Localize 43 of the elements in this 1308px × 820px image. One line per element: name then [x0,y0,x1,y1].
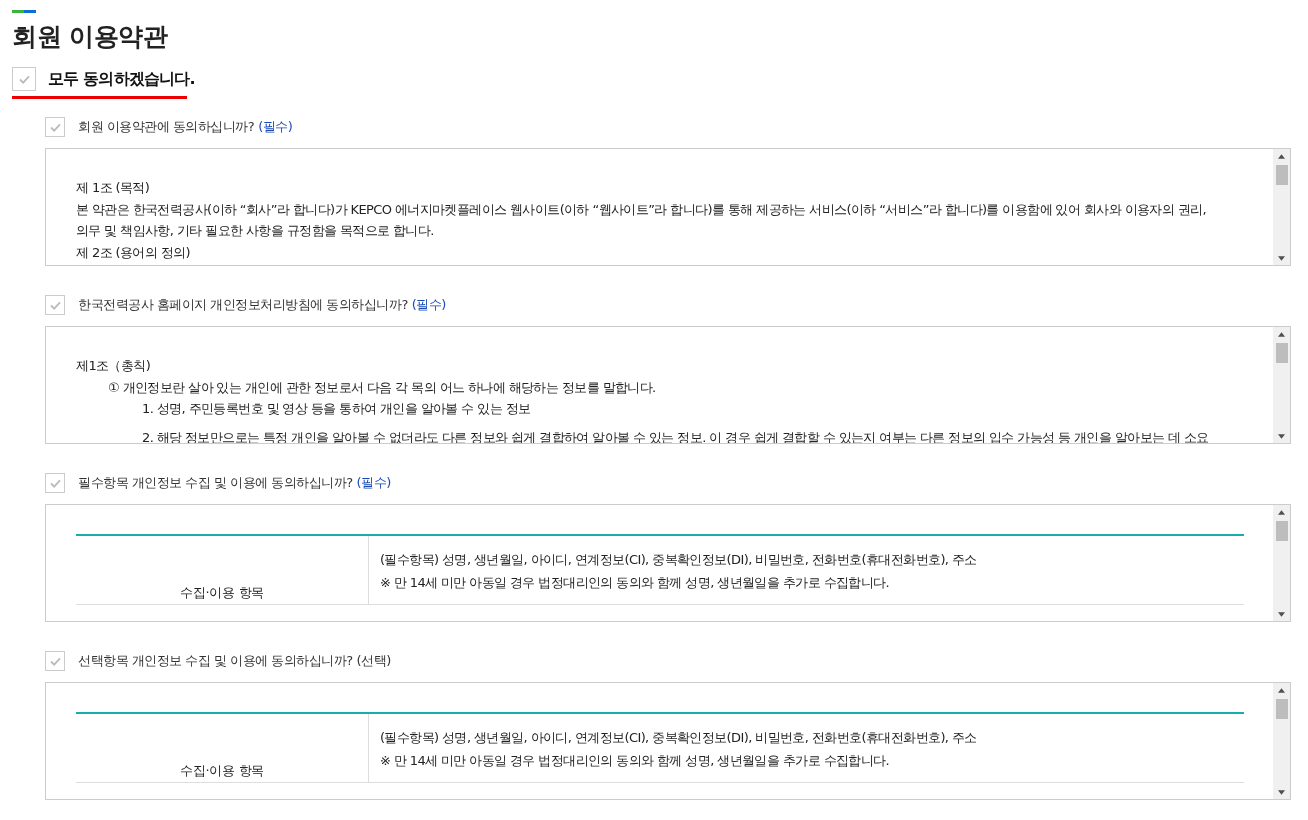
scrollbar-thumb[interactable] [1275,521,1288,541]
agree-all-label[interactable]: 모두 동의하겠습니다. [48,68,195,90]
scrollbar[interactable] [1273,327,1290,443]
checkbox[interactable] [45,117,65,137]
terms-text: 제1조（총칙) [76,357,152,375]
scrollbar[interactable] [1273,149,1290,265]
table-cell-text: ※ 만 14세 미만 아동일 경우 법정대리인의 동의와 함께 성명, 생년월일을 추가로 수집합니다. [380,574,891,592]
checkbox[interactable] [12,67,36,91]
scrollbar[interactable] [1273,505,1290,621]
terms-text: 1. 성명, 주민등록번호 및 영상 등을 통하여 개인을 알아볼 수 있는 정보 [141,400,532,418]
page-title: 회원 이용약관 [12,21,169,53]
table-header-cell: 수집·이용 항목 [76,714,369,782]
check-icon [18,74,30,84]
table-cell-text: ※ 만 14세 미만 아동일 경우 법정대리인의 동의와 함께 성명, 생년월일을 추가로 수집합니다. [380,752,891,770]
check-icon [49,300,61,310]
checkbox[interactable] [45,473,65,493]
table-header-cell: 수집·이용 항목 [76,536,369,604]
agreement-label[interactable]: 필수항목 개인정보 수집 및 이용에 동의하십니까? [78,474,353,492]
agreement-tag: (필수) [356,474,391,492]
terms-text: 의무 및 책임사항, 기타 필요한 사항을 규정함을 목적으로 합니다. [76,222,435,240]
check-icon [49,478,61,488]
terms-text: 제 1조 (목적) [76,179,151,197]
check-icon [49,122,61,132]
scrollbar-thumb[interactable] [1275,165,1288,185]
agreement-label[interactable]: 선택항목 개인정보 수집 및 이용에 동의하십니까? [78,652,353,670]
terms-text: 2. 해당 정보만으로는 특정 개인을 알아볼 수 없더라도 다른 정보와 쉽게 결합하여 알아볼 수 있는 정보. 이 경우 쉽게 결합할 수 있는지 여부는 다른 정보의 입수 가능성 등 개인을 알아보는 데 소요 [141,428,1210,443]
title-accent-bar [12,10,36,13]
check-icon [49,656,61,666]
agreement-label[interactable]: 회원 이용약관에 동의하십니까? [78,118,255,136]
agreement-tag: (필수) [258,118,293,136]
terms-text: 제 2조 (용어의 정의) [76,243,191,262]
table-cell-text: (필수항목) 성명, 생년월일, 아이디, 연계정보(CI), 중복확인정보(DI), 비밀번호, 전화번호(휴대전화번호), 주소 [380,551,978,569]
terms-text: ① 개인정보란 살아 있는 개인에 관한 정보로서 다음 각 목의 어느 하나에 해당하는 정보를 말합니다. [107,378,657,397]
terms-text: 본 약관은 한국전력공사(이하 “회사”라 합니다)가 KEPCO 에너지마켓플레이스 웹사이트(이하 “웹사이트”라 합니다)를 통해 제공하는 서비스(이하 “서비스”라 합니다)를 이용함에 있어 회사와 이용자의 권리, [76,200,1207,219]
agreement-tag: (필수) [411,296,446,314]
scrollbar-thumb[interactable] [1275,699,1288,719]
checkbox[interactable] [45,651,65,671]
table-cell-text: (필수항목) 성명, 생년월일, 아이디, 연계정보(CI), 중복확인정보(DI), 비밀번호, 전화번호(휴대전화번호), 주소 [380,729,978,747]
scrollbar-thumb[interactable] [1275,343,1288,363]
agreement-label[interactable]: 한국전력공사 홈페이지 개인정보처리방침에 동의하십니까? [78,296,408,314]
checkbox[interactable] [45,295,65,315]
scrollbar[interactable] [1273,683,1290,799]
agreement-tag: (선택) [356,652,391,670]
